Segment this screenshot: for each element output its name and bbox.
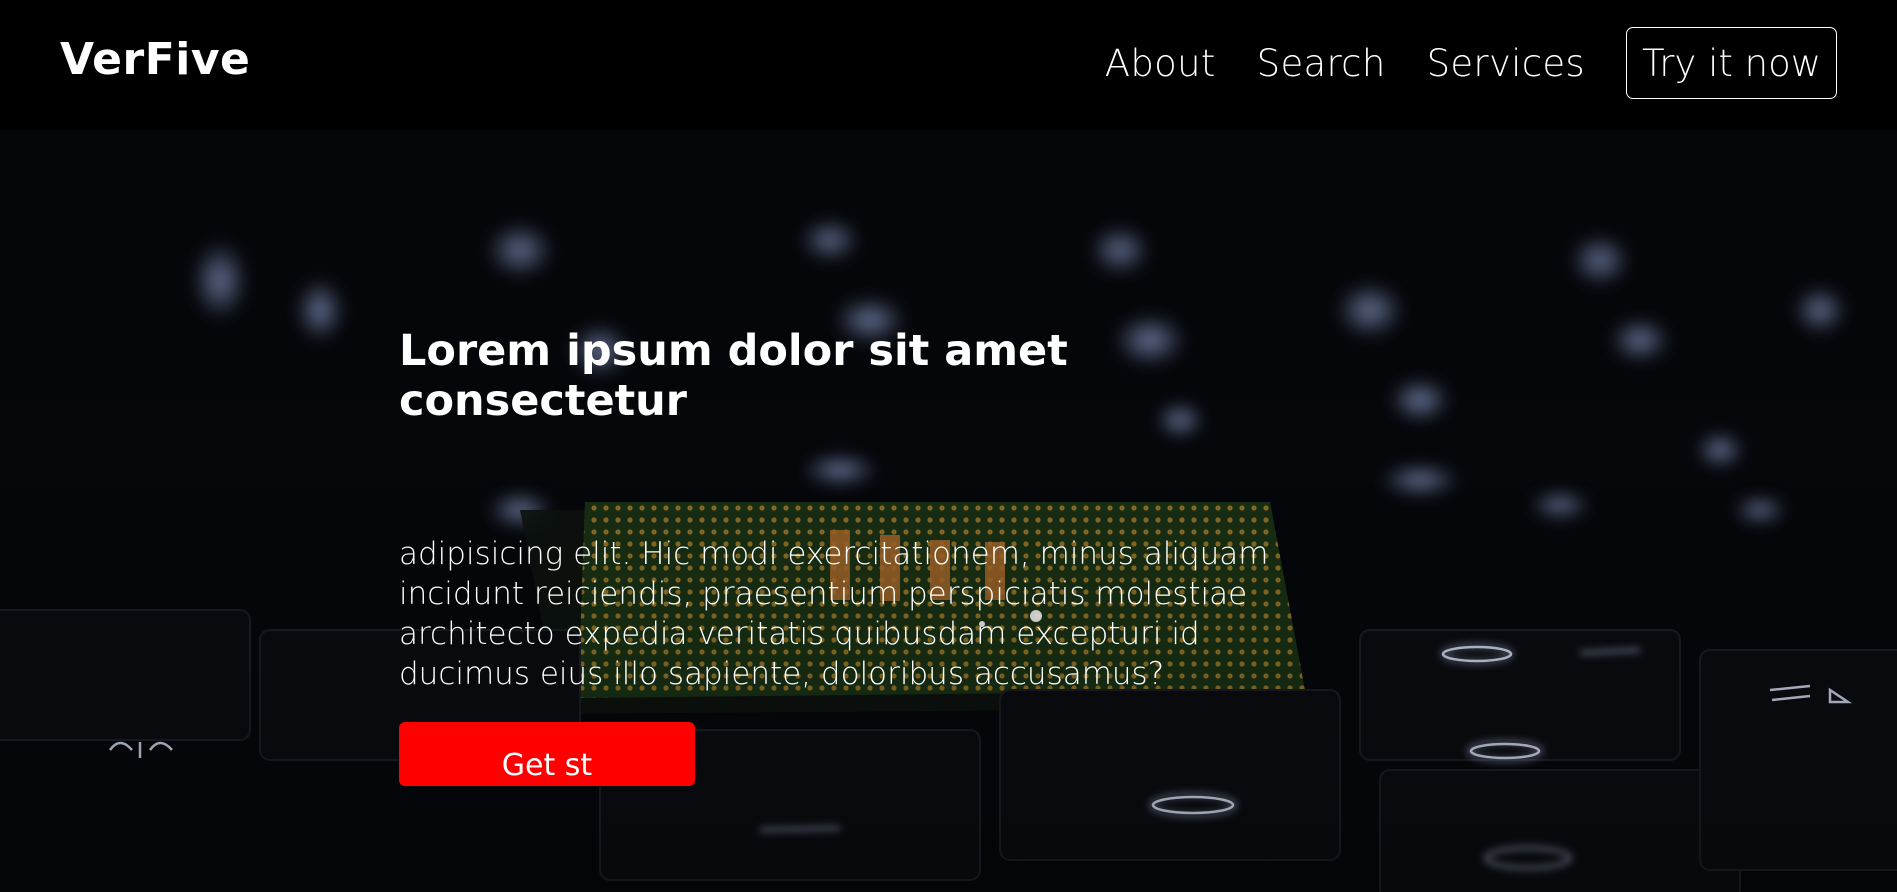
hero-content: Lorem ipsum dolor sit amet consectetur a… xyxy=(399,326,1299,694)
hero-section: Lorem ipsum dolor sit amet consectetur a… xyxy=(0,130,1897,892)
nav-link-about[interactable]: About xyxy=(1105,42,1216,85)
hero-heading: Lorem ipsum dolor sit amet consectetur xyxy=(399,326,1068,426)
get-started-button[interactable]: Get st xyxy=(399,722,695,786)
try-it-now-button[interactable]: Try it now xyxy=(1626,27,1837,99)
brand-logo[interactable]: VerFive xyxy=(60,34,250,85)
hero-paragraph: adipisicing elit. Hic modi exercitatione… xyxy=(399,536,1269,692)
nav-link-search[interactable]: Search xyxy=(1257,42,1386,85)
nav-link-services[interactable]: Services xyxy=(1427,42,1585,85)
nav-menu: About Search Services Try it now xyxy=(1105,27,1837,99)
top-navigation-bar: VerFive About Search Services Try it now xyxy=(0,0,1897,130)
